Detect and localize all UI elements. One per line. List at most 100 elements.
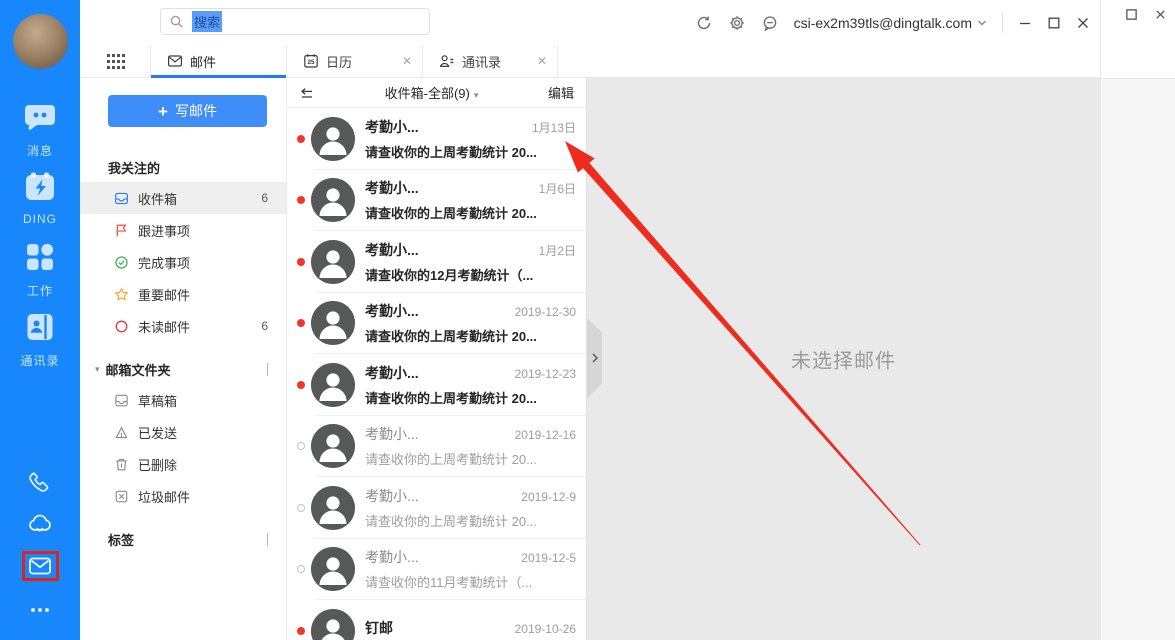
account-switcher[interactable]: csi-ex2m39tls@dingtalk.com (794, 15, 987, 31)
rail-tool-more-icon[interactable] (0, 596, 80, 629)
bg-maximize-button[interactable] (1125, 8, 1138, 26)
folder-label: 跟进事项 (138, 221, 190, 240)
folder-label: 垃圾邮件 (138, 487, 190, 506)
sidebar-folder-2[interactable]: 已删除 (80, 448, 286, 480)
tab-close-icon[interactable]: ✕ (402, 54, 412, 68)
reading-pane: 未选择邮件 (587, 78, 1100, 640)
maximize-button[interactable] (1047, 16, 1061, 30)
mailbox-filter-dropdown[interactable]: 收件箱-全部(9)▾ (315, 83, 548, 102)
mail-row[interactable]: 钉邮2019-10-26 (287, 600, 586, 640)
sidebar-folder-0[interactable]: 草稿箱 (80, 384, 286, 416)
unread-icon (114, 319, 129, 334)
sender-avatar (311, 301, 355, 345)
inbox-icon (114, 191, 129, 206)
folder-label: 未读邮件 (138, 317, 190, 336)
sender-avatar (311, 609, 355, 640)
flag-icon (114, 223, 129, 238)
compose-button[interactable]: + 写邮件 (108, 95, 267, 127)
section-focus: 我关注的 (80, 152, 286, 182)
folder-label: 已发送 (138, 423, 177, 442)
collapse-list-icon[interactable] (299, 85, 315, 101)
dingtalk-window: 搜索 csi-ex2m39tls@dingtalk.com (0, 0, 1100, 640)
unread-count: 6 (261, 191, 268, 205)
mail-row[interactable]: 考勤小...2019-12-30请查收你的上周考勤统计 20... (287, 293, 586, 355)
rail-item-ding[interactable]: DING (0, 170, 80, 226)
mail-date: 2019-12-16 (509, 428, 576, 442)
rail-tool-cloud-icon[interactable] (0, 509, 80, 542)
sender-avatar (311, 117, 355, 161)
star-icon (114, 287, 129, 302)
tab-bar: 邮件 25 日历 ✕ 通讯录 ✕ (80, 45, 1100, 78)
rail-item-0[interactable]: 消息 (0, 100, 80, 159)
focus-item-list: 收件箱6 跟进事项完成事项重要邮件未读邮件 6 (80, 182, 286, 342)
tab-close-icon[interactable]: ✕ (537, 54, 547, 68)
bg-close-button[interactable] (1154, 8, 1167, 26)
sidebar-item-2[interactable]: 完成事项 (80, 246, 286, 278)
tab-mail[interactable]: 邮件 (150, 45, 286, 77)
drag-handle (267, 533, 268, 546)
rail-item-3[interactable]: 通讯录 (0, 310, 80, 369)
read-dot (297, 565, 305, 573)
mail-date: 1月2日 (533, 242, 576, 259)
background-window (1100, 0, 1175, 640)
close-button[interactable] (1076, 16, 1090, 30)
sidebar-item-1[interactable]: 跟进事项 (80, 214, 286, 246)
read-dot (297, 442, 305, 450)
mail-sender: 钉邮 (365, 618, 393, 638)
unread-dot (297, 196, 305, 204)
mail-row[interactable]: 考勤小...2019-12-16请查收你的上周考勤统计 20... (287, 416, 586, 478)
mail-row[interactable]: 考勤小...1月13日请查收你的上周考勤统计 20... (287, 108, 586, 170)
mail-preview: 请查收你的上周考勤统计 20... (365, 388, 576, 407)
sidebar-item-4[interactable]: 未读邮件 6 (80, 310, 286, 342)
app-grid-button[interactable] (80, 45, 150, 77)
read-dot (297, 504, 305, 512)
mail-sender: 考勤小... (365, 363, 419, 383)
drag-handle (267, 363, 268, 376)
mail-sender: 考勤小... (365, 424, 419, 444)
divider (1002, 13, 1003, 33)
mail-row[interactable]: 考勤小...1月2日请查收你的12月考勤统计（... (287, 231, 586, 293)
plus-icon: + (158, 103, 168, 120)
unread-count: 6 (261, 319, 268, 333)
no-mail-selected-text: 未选择邮件 (587, 345, 1100, 374)
sidebar-folder-1[interactable]: 已发送 (80, 416, 286, 448)
feedback-icon[interactable] (761, 14, 779, 32)
mail-sender: 考勤小... (365, 486, 419, 506)
section-folders[interactable]: ▾ 邮箱文件夹 (80, 354, 286, 384)
tab-calendar[interactable]: 25 日历 ✕ (286, 45, 422, 77)
mail-rows: 考勤小...1月13日请查收你的上周考勤统计 20...考勤小...1月6日请查… (287, 108, 586, 640)
contacts-tab-icon (439, 53, 455, 69)
more-icon (26, 611, 54, 628)
mail-sender: 考勤小... (365, 117, 419, 137)
sidebar-folder-3[interactable]: 垃圾邮件 (80, 480, 286, 512)
contacts-book-icon (23, 310, 57, 344)
background-window-body (1101, 79, 1175, 640)
section-tags[interactable]: 标签 (80, 524, 286, 554)
mail-preview: 请查收你的上周考勤统计 20... (365, 511, 576, 530)
chevron-down-icon (977, 18, 987, 28)
minimize-button[interactable] (1018, 16, 1032, 30)
search-input[interactable]: 搜索 (160, 8, 430, 35)
tab-label: 日历 (326, 52, 352, 71)
rail-item-2[interactable]: 工作 (0, 240, 80, 299)
avatar[interactable] (13, 14, 68, 69)
mail-list-panel: 收件箱-全部(9)▾ 编辑 考勤小...1月13日请查收你的上周考勤统计 20.… (287, 78, 587, 640)
mail-row[interactable]: 考勤小...2019-12-5请查收你的11月考勤统计（... (287, 539, 586, 601)
unread-dot (297, 135, 305, 143)
sidebar-item-0[interactable]: 收件箱6 (80, 182, 286, 214)
edit-button[interactable]: 编辑 (548, 83, 574, 102)
settings-gear-icon[interactable] (728, 14, 746, 32)
mail-row[interactable]: 考勤小... 2019-12-23 请查收你的上周考勤统计 20... (287, 354, 586, 416)
mail-date: 2019-12-23 (509, 367, 576, 381)
chat-icon (23, 100, 57, 134)
tab-contacts[interactable]: 通讯录 ✕ (422, 45, 558, 77)
drafts-icon (114, 393, 129, 408)
rail-tool-phone-icon[interactable] (0, 468, 80, 501)
sidebar-item-3[interactable]: 重要邮件 (80, 278, 286, 310)
cloud-icon (26, 524, 54, 541)
mail-row[interactable]: 考勤小...1月6日请查收你的上周考勤统计 20... (287, 170, 586, 232)
top-bar: 搜索 csi-ex2m39tls@dingtalk.com (80, 0, 1100, 45)
refresh-icon[interactable] (695, 14, 713, 32)
mail-row[interactable]: 考勤小...2019-12-9请查收你的上周考勤统计 20... (287, 477, 586, 539)
mail-preview: 请查收你的上周考勤统计 20... (365, 326, 576, 345)
